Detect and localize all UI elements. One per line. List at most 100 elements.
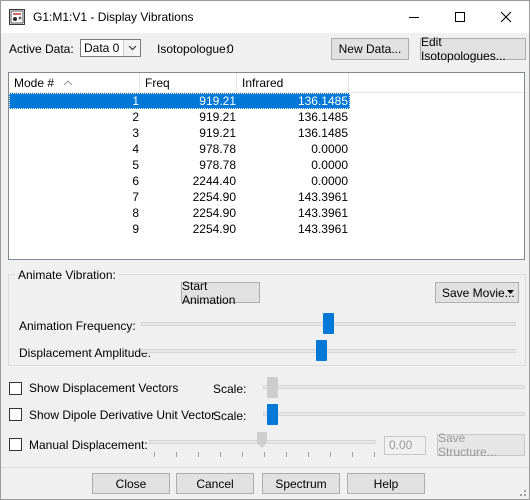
displacement-amplitude-label: Displacement Amplitude: xyxy=(19,346,152,360)
isotopologue-label: Isotopologue: xyxy=(157,42,230,56)
table-row[interactable]: 4 978.78 0.0000 xyxy=(9,141,350,157)
dropdown-arrow-icon xyxy=(507,290,514,294)
isotopologue-value: 0 xyxy=(227,42,234,56)
freq-cell: 978.78 xyxy=(199,142,236,156)
mode-cell: 4 xyxy=(132,142,139,156)
display-vibrations-dialog: G1:M1:V1 - Display Vibrations Active Dat… xyxy=(0,0,530,500)
mode-cell: 2 xyxy=(132,110,139,124)
vectors-scale-label: Scale: xyxy=(213,382,247,396)
animation-frequency-slider[interactable] xyxy=(323,313,334,334)
infrared-cell: 0.0000 xyxy=(311,174,348,188)
manual-displacement-slider[interactable] xyxy=(257,432,267,448)
freq-cell: 2244.40 xyxy=(192,174,236,188)
close-window-button[interactable] xyxy=(483,1,529,33)
table-row[interactable]: 3 919.21 136.1485 xyxy=(9,125,350,141)
cancel-button[interactable]: Cancel xyxy=(176,473,254,494)
freq-cell: 919.21 xyxy=(199,126,236,140)
manual-displacement-label: Manual Displacement: xyxy=(29,438,148,452)
infrared-cell: 136.1485 xyxy=(297,110,348,124)
maximize-button[interactable] xyxy=(437,1,483,33)
slider-tick xyxy=(220,452,221,457)
help-button[interactable]: Help xyxy=(347,473,425,494)
infrared-cell: 136.1485 xyxy=(297,94,348,108)
manual-displacement-value-field[interactable]: 0.00 xyxy=(384,436,426,455)
mode-cell: 9 xyxy=(132,222,139,236)
manual-displacement-checkbox[interactable] xyxy=(9,438,22,451)
slider-tick xyxy=(374,452,375,457)
slider-tick xyxy=(286,452,287,457)
infrared-cell: 0.0000 xyxy=(311,158,348,172)
displacement-amplitude-track[interactable] xyxy=(141,349,516,353)
table-row[interactable]: 1 919.21 136.1485 xyxy=(9,93,350,109)
table-header: Mode # Freq Infrared xyxy=(9,73,524,93)
slider-tick xyxy=(176,452,177,457)
mode-cell: 8 xyxy=(132,206,139,220)
dipole-scale-track[interactable] xyxy=(263,412,525,416)
sort-ascending-icon xyxy=(63,80,73,86)
slider-tick xyxy=(330,452,331,457)
freq-cell: 978.78 xyxy=(199,158,236,172)
freq-cell: 2254.90 xyxy=(192,190,236,204)
table-row[interactable]: 5 978.78 0.0000 xyxy=(9,157,350,173)
spectrum-button[interactable]: Spectrum xyxy=(262,473,340,494)
mode-cell: 7 xyxy=(132,190,139,204)
new-data-button[interactable]: New Data... xyxy=(331,38,409,60)
chevron-down-icon[interactable] xyxy=(123,40,140,56)
dipole-scale-slider[interactable] xyxy=(267,404,278,425)
freq-cell: 2254.90 xyxy=(192,206,236,220)
show-dipole-label: Show Dipole Derivative Unit Vector xyxy=(29,408,216,422)
window-title: G1:M1:V1 - Display Vibrations xyxy=(33,10,194,24)
table-row[interactable]: 9 2254.90 143.3961 xyxy=(9,221,350,237)
active-data-select[interactable]: Data 0 xyxy=(80,39,141,57)
active-data-label: Active Data: xyxy=(9,42,74,56)
minimize-icon xyxy=(409,17,419,18)
slider-tick xyxy=(198,452,199,457)
freq-cell: 919.21 xyxy=(199,110,236,124)
displacement-amplitude-slider[interactable] xyxy=(315,340,327,361)
infrared-cell: 143.3961 xyxy=(297,190,348,204)
column-header-freq[interactable]: Freq xyxy=(140,73,237,93)
slider-tick xyxy=(308,452,309,457)
minimize-button[interactable] xyxy=(391,1,437,33)
active-data-value: Data 0 xyxy=(84,41,120,55)
save-movie-button[interactable]: Save Movie... xyxy=(435,282,519,303)
edit-isotopologues-button[interactable]: Edit Isotopologues... xyxy=(420,35,526,63)
animation-frequency-label: Animation Frequency: xyxy=(19,319,136,333)
vectors-scale-track[interactable] xyxy=(263,385,525,389)
table-row[interactable]: 6 2244.40 0.0000 xyxy=(9,173,350,189)
start-animation-button[interactable]: Start Animation xyxy=(181,279,260,307)
infrared-cell: 0.0000 xyxy=(311,142,348,156)
save-structure-button[interactable]: Save Structure... xyxy=(437,431,525,459)
vectors-scale-slider[interactable] xyxy=(267,377,278,398)
table-row[interactable]: 8 2254.90 143.3961 xyxy=(9,205,350,221)
maximize-icon xyxy=(455,12,465,22)
resize-grip-icon[interactable] xyxy=(516,486,528,498)
freq-cell: 2254.90 xyxy=(192,222,236,236)
freq-cell: 919.21 xyxy=(199,94,236,108)
slider-tick xyxy=(352,452,353,457)
infrared-cell: 143.3961 xyxy=(297,206,348,220)
table-row[interactable]: 2 919.21 136.1485 xyxy=(9,109,350,125)
infrared-cell: 143.3961 xyxy=(297,222,348,236)
close-icon xyxy=(500,11,512,23)
slider-tick xyxy=(154,452,155,457)
table-row[interactable]: 7 2254.90 143.3961 xyxy=(9,189,350,205)
title-bar[interactable]: G1:M1:V1 - Display Vibrations xyxy=(1,1,529,33)
close-button[interactable]: Close xyxy=(92,473,170,494)
mode-cell: 5 xyxy=(132,158,139,172)
mode-cell: 3 xyxy=(132,126,139,140)
infrared-cell: 136.1485 xyxy=(297,126,348,140)
mode-cell: 6 xyxy=(132,174,139,188)
slider-tick xyxy=(242,452,243,457)
column-header-infrared[interactable]: Infrared xyxy=(237,73,349,93)
footer-divider xyxy=(1,467,529,468)
show-vectors-checkbox[interactable] xyxy=(9,382,22,395)
app-icon xyxy=(9,9,25,25)
show-vectors-label: Show Displacement Vectors xyxy=(29,381,179,395)
vibration-modes-table[interactable]: Mode # Freq Infrared 1 919.21 136.1485 2 919… xyxy=(8,72,525,260)
dipole-scale-label: Scale: xyxy=(213,409,247,423)
column-header-mode[interactable]: Mode # xyxy=(9,73,140,93)
mode-cell: 1 xyxy=(132,94,139,108)
animate-vibration-label: Animate Vibration: xyxy=(15,268,119,282)
show-dipole-checkbox[interactable] xyxy=(9,408,22,421)
